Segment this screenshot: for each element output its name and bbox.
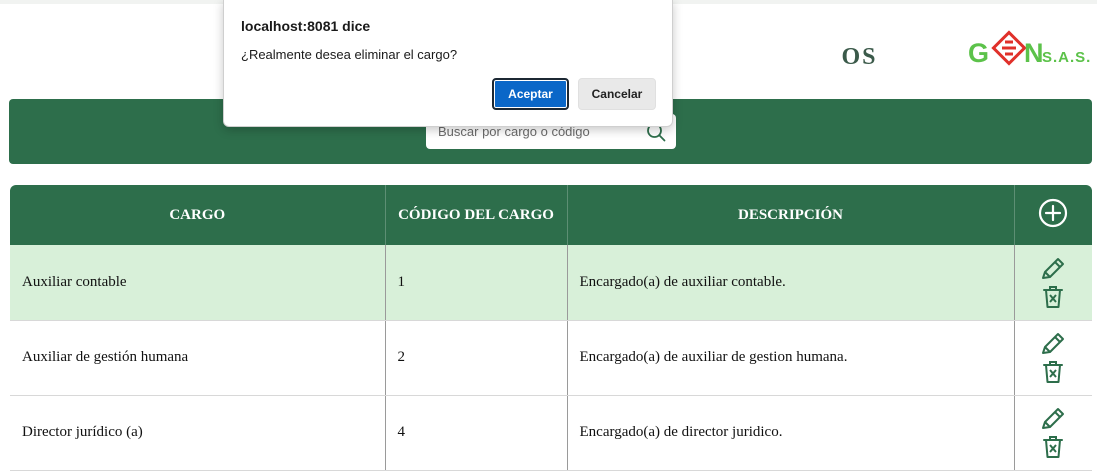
cargos-table: CARGO CÓDIGO DEL CARGO DESCRIPCIÓN Auxil… (10, 185, 1092, 471)
cell-cargo: Director jurídico (a) (10, 395, 386, 471)
table-row: Director jurídico (a) 4 Encargado(a) de … (10, 395, 1093, 471)
table-row: Auxiliar contable 1 Encargado(a) de auxi… (10, 245, 1093, 321)
cell-actions (1014, 245, 1093, 321)
cell-codigo: 4 (385, 395, 568, 471)
table-header-row: CARGO CÓDIGO DEL CARGO DESCRIPCIÓN (10, 185, 1092, 245)
cell-descripcion: Encargado(a) de auxiliar de gestion huma… (567, 320, 1015, 396)
logo-letter-g: G (968, 38, 989, 68)
cell-codigo: 2 (385, 320, 568, 396)
edit-pencil-icon[interactable] (1039, 406, 1067, 432)
logo-graphic: G N S.A.S. (968, 30, 1091, 68)
edit-pencil-icon[interactable] (1039, 331, 1067, 357)
delete-trash-icon[interactable] (1039, 433, 1067, 459)
delete-trash-icon[interactable] (1039, 358, 1067, 384)
column-header-descripcion: DESCRIPCIÓN (567, 185, 1015, 245)
column-header-codigo: CÓDIGO DEL CARGO (385, 185, 568, 245)
row-actions (1015, 331, 1093, 384)
cargos-table-wrap: CARGO CÓDIGO DEL CARGO DESCRIPCIÓN Auxil… (10, 185, 1092, 472)
logo-sas: S.A.S. (1042, 49, 1091, 66)
cell-actions (1014, 320, 1093, 396)
cell-codigo: 1 (385, 245, 568, 321)
delete-trash-icon[interactable] (1039, 283, 1067, 309)
cell-cargo: Auxiliar de gestión humana (10, 320, 386, 396)
row-actions (1015, 406, 1093, 459)
dialog-title: localhost:8081 dice (241, 18, 371, 34)
table-row: Auxiliar de gestión humana 2 Encargado(a… (10, 320, 1093, 396)
column-header-actions (1014, 185, 1092, 245)
logo-e-mark (991, 30, 1027, 66)
accept-button[interactable]: Aceptar (492, 78, 569, 110)
column-header-cargo: CARGO (10, 185, 386, 245)
row-actions (1015, 256, 1093, 309)
edit-pencil-icon[interactable] (1039, 256, 1067, 282)
cell-actions (1014, 395, 1093, 471)
page-title-text: OS (841, 44, 878, 70)
cell-descripcion: Encargado(a) de director juridico. (567, 395, 1015, 471)
cell-cargo: Auxiliar contable (10, 245, 386, 321)
cell-descripcion: Encargado(a) de auxiliar contable. (567, 245, 1015, 321)
add-cargo-icon[interactable] (1037, 197, 1069, 229)
dialog-message: ¿Realmente desea eliminar el cargo? (241, 47, 458, 62)
logo-letter-n: N (1024, 38, 1044, 68)
confirm-dialog: localhost:8081 dice ¿Realmente desea eli… (223, 0, 673, 127)
company-logo: G N S.A.S. (968, 28, 1093, 72)
cancel-button[interactable]: Cancelar (578, 78, 656, 110)
